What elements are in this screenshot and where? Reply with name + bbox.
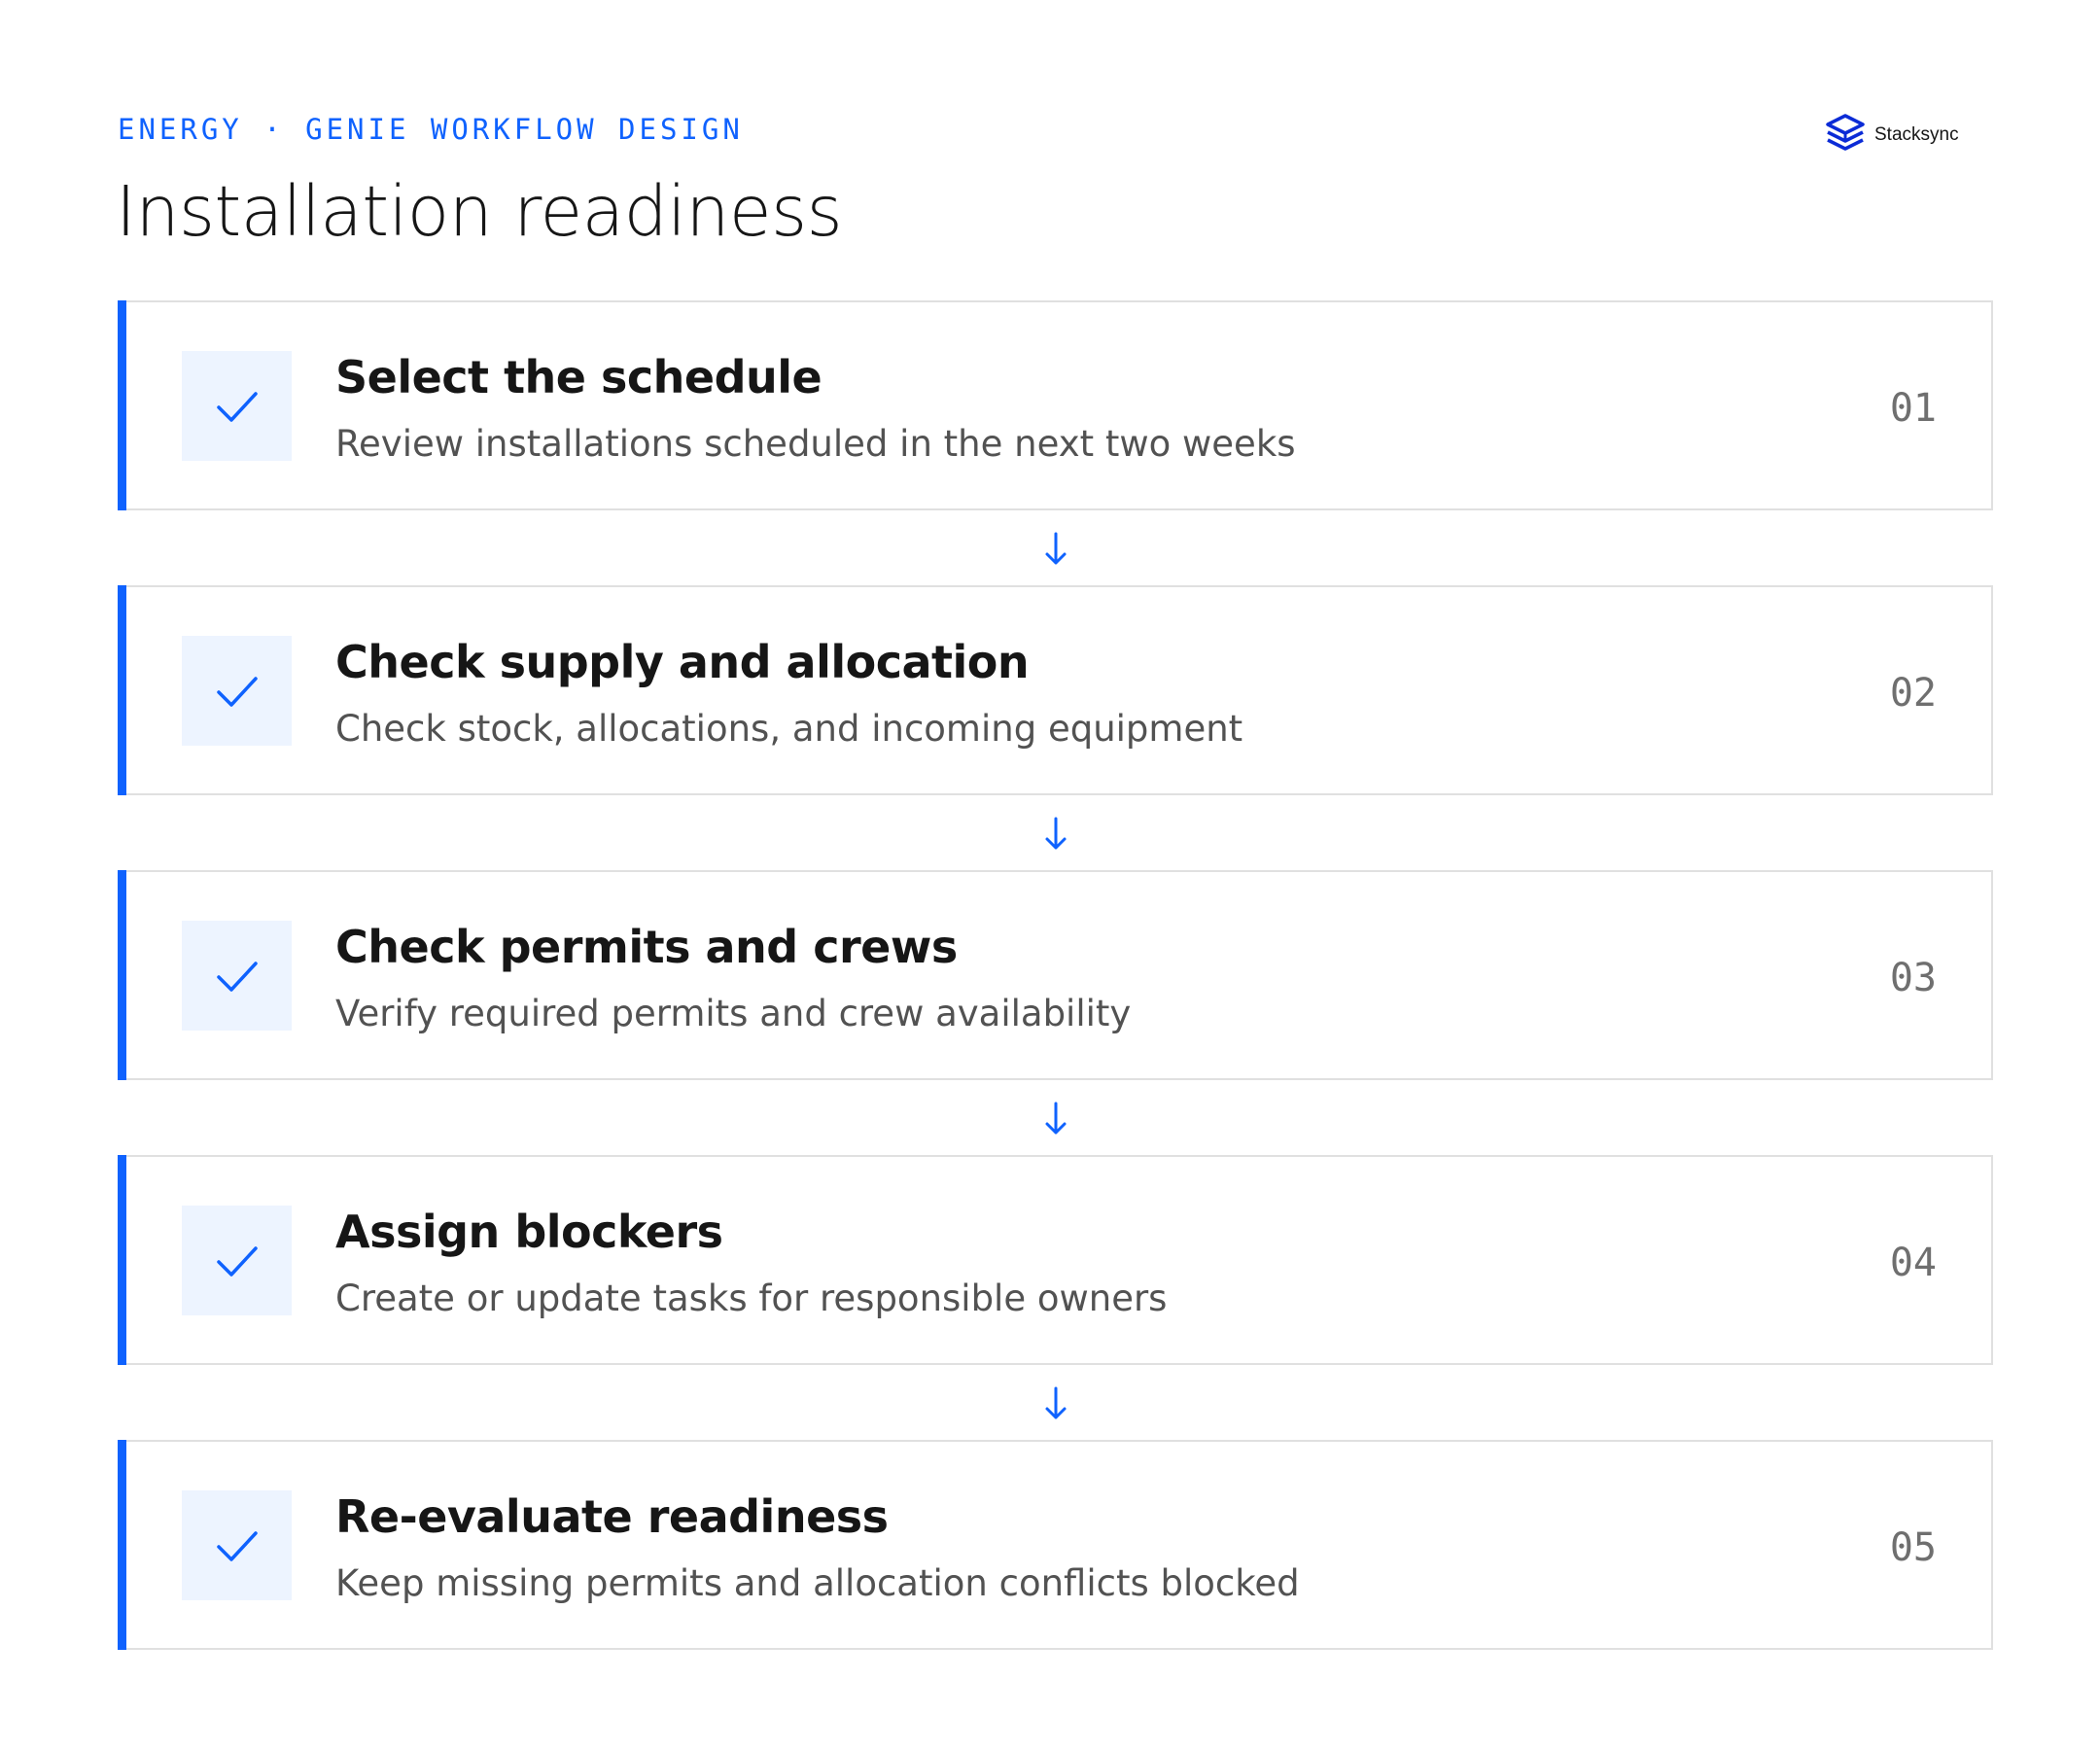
step-title: Select the schedule — [335, 351, 822, 403]
step-description: Review installations scheduled in the ne… — [335, 423, 1296, 465]
step-description: Check stock, allocations, and incoming e… — [335, 708, 1243, 750]
arrow-down-icon — [1036, 1380, 1075, 1428]
step-number: 01 — [1889, 386, 1937, 431]
step-description: Create or update tasks for responsible o… — [335, 1278, 1168, 1319]
check-icon — [182, 1206, 292, 1315]
step-number: 04 — [1889, 1241, 1937, 1285]
workflow-steps: Select the schedule Review installations… — [0, 0, 2100, 1750]
step-title: Re-evaluate readiness — [335, 1490, 889, 1543]
workflow-step: Re-evaluate readiness Keep missing permi… — [118, 1440, 1993, 1650]
step-description: Keep missing permits and allocation conf… — [335, 1562, 1300, 1604]
step-number: 03 — [1889, 956, 1937, 1000]
step-number: 02 — [1889, 671, 1937, 716]
check-icon — [182, 351, 292, 461]
step-description: Verify required permits and crew availab… — [335, 993, 1132, 1034]
step-number: 05 — [1889, 1525, 1937, 1570]
arrow-down-icon — [1036, 525, 1075, 574]
check-icon — [182, 636, 292, 746]
workflow-step: Check permits and crews Verify required … — [118, 870, 1993, 1080]
workflow-step: Check supply and allocation Check stock,… — [118, 585, 1993, 795]
check-icon — [182, 921, 292, 1031]
workflow-step: Select the schedule Review installations… — [118, 300, 1993, 510]
arrow-down-icon — [1036, 810, 1075, 858]
workflow-step: Assign blockers Create or update tasks f… — [118, 1155, 1993, 1365]
step-title: Assign blockers — [335, 1206, 723, 1258]
step-title: Check supply and allocation — [335, 636, 1030, 688]
arrow-down-icon — [1036, 1095, 1075, 1143]
check-icon — [182, 1490, 292, 1600]
step-title: Check permits and crews — [335, 921, 958, 973]
